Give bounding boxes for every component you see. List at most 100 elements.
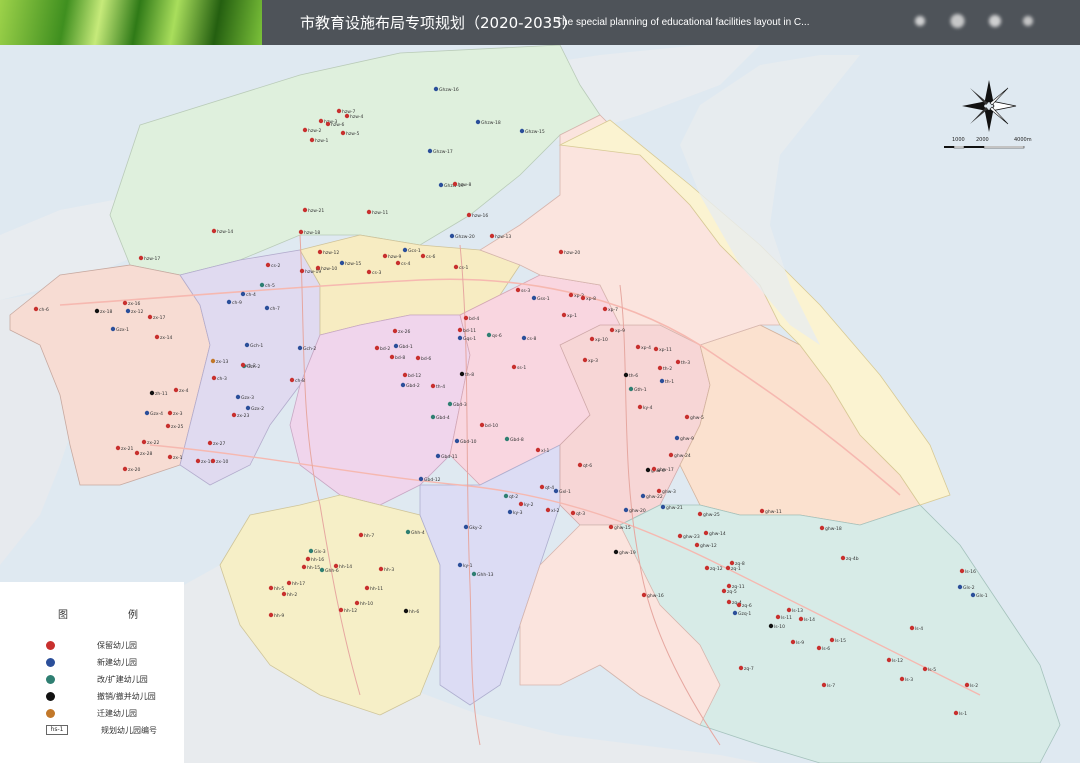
site-marker-Gzx-2[interactable] — [245, 405, 251, 411]
site-marker-xp-1[interactable] — [561, 312, 567, 318]
site-marker-xl-1[interactable] — [535, 447, 541, 453]
site-marker-zx-25[interactable] — [165, 423, 171, 429]
site-marker-th-1[interactable] — [659, 378, 665, 384]
site-marker-hh-17[interactable] — [286, 580, 292, 586]
site-marker-xp-7[interactable] — [602, 306, 608, 312]
site-marker-ls-15[interactable] — [829, 637, 835, 643]
site-marker-ls-14[interactable] — [798, 616, 804, 622]
site-marker-zx-22[interactable] — [141, 439, 147, 445]
site-marker-Gls-3[interactable] — [308, 548, 314, 554]
site-marker-xp-8[interactable] — [580, 295, 586, 301]
site-marker-ghw-21[interactable] — [660, 504, 666, 510]
site-marker-hh-5[interactable] — [268, 585, 274, 591]
site-marker-ghw-14[interactable] — [703, 530, 709, 536]
site-marker-Gky-2[interactable] — [463, 524, 469, 530]
site-marker-ky-1[interactable] — [457, 562, 463, 568]
site-marker-Gqs-1[interactable] — [457, 335, 463, 341]
site-marker-hzw-13[interactable] — [489, 233, 495, 239]
site-marker-hh-10[interactable] — [354, 600, 360, 606]
site-marker-hzw-21[interactable] — [302, 207, 308, 213]
site-marker-hzw-1[interactable] — [309, 137, 315, 143]
site-marker-ghw-25[interactable] — [697, 511, 703, 517]
site-marker-Gbd-8[interactable] — [504, 436, 510, 442]
site-marker-ghw-24[interactable] — [668, 452, 674, 458]
site-marker-qt-6[interactable] — [577, 462, 583, 468]
site-marker-hzw-6[interactable] — [325, 121, 331, 127]
site-marker-zq-11[interactable] — [726, 583, 732, 589]
site-marker-zx-16[interactable] — [122, 300, 128, 306]
site-marker-hzw-7[interactable] — [336, 108, 342, 114]
site-marker-Gbd-1[interactable] — [393, 343, 399, 349]
site-marker-ch-4[interactable] — [240, 291, 246, 297]
site-marker-ky-4[interactable] — [637, 404, 643, 410]
site-marker-zx-13[interactable] — [210, 358, 216, 364]
site-marker-Gzx-1[interactable] — [110, 326, 116, 332]
site-marker-th-4[interactable] — [430, 383, 436, 389]
site-marker-zx-3[interactable] — [167, 410, 173, 416]
site-marker-Gbd-4[interactable] — [430, 414, 436, 420]
site-marker-Gbd-12[interactable] — [418, 476, 424, 482]
site-marker-ls-13[interactable] — [786, 607, 792, 613]
site-marker-ls-9[interactable] — [790, 639, 796, 645]
site-marker-hzw-18[interactable] — [298, 229, 304, 235]
site-marker-hzw-4[interactable] — [344, 113, 350, 119]
site-marker-hh-14[interactable] — [333, 563, 339, 569]
site-marker-ghw-9[interactable] — [674, 435, 680, 441]
site-marker-hh-11[interactable] — [364, 585, 370, 591]
site-marker-Gch-2[interactable] — [297, 345, 303, 351]
site-marker-hh-16[interactable] — [305, 556, 311, 562]
site-marker-Ghzw-15[interactable] — [519, 128, 525, 134]
site-marker-qs-6[interactable] — [486, 332, 492, 338]
site-marker-Gzx-4[interactable] — [144, 410, 150, 416]
site-marker-ls-12[interactable] — [886, 657, 892, 663]
site-marker-hzw-3[interactable] — [318, 118, 324, 124]
site-marker-zq-4b[interactable] — [840, 555, 846, 561]
site-marker-hh-12[interactable] — [338, 607, 344, 613]
site-marker-th-8[interactable] — [459, 371, 465, 377]
site-marker-hh-6[interactable] — [403, 608, 409, 614]
site-marker-zx-18[interactable] — [94, 308, 100, 314]
site-marker-zq-7[interactable] — [738, 665, 744, 671]
site-marker-zq-8[interactable] — [729, 560, 735, 566]
site-marker-ch-3[interactable] — [211, 375, 217, 381]
site-marker-bd-12[interactable] — [402, 372, 408, 378]
site-marker-th-6[interactable] — [623, 372, 629, 378]
site-marker-Ghh-6[interactable] — [319, 567, 325, 573]
site-marker-ghw-22[interactable] — [640, 493, 646, 499]
site-marker-bd-6[interactable] — [415, 355, 421, 361]
site-marker-ch-7[interactable] — [264, 305, 270, 311]
site-marker-hh-9[interactable] — [268, 612, 274, 618]
site-marker-hzw-9[interactable] — [382, 253, 388, 259]
site-marker-zx-10[interactable] — [210, 458, 216, 464]
site-marker-zx-20[interactable] — [122, 466, 128, 472]
site-marker-hzw-20[interactable] — [558, 249, 564, 255]
site-marker-ghw-23[interactable] — [677, 533, 683, 539]
site-marker-Ghzw-20[interactable] — [449, 233, 455, 239]
site-marker-zx-1[interactable] — [167, 454, 173, 460]
site-marker-Gls-2[interactable] — [957, 584, 963, 590]
site-marker-ghw-15[interactable] — [608, 524, 614, 530]
site-marker-ghw-20[interactable] — [623, 507, 629, 513]
site-marker-Gls-1[interactable] — [970, 592, 976, 598]
site-marker-bd-2[interactable] — [374, 345, 380, 351]
site-marker-zx-27[interactable] — [207, 440, 213, 446]
site-marker-hh-3[interactable] — [378, 566, 384, 572]
site-marker-zh-11[interactable] — [149, 390, 155, 396]
site-marker-zq-5[interactable] — [721, 588, 727, 594]
site-marker-zq-1[interactable] — [725, 565, 731, 571]
site-marker-hzw-11[interactable] — [366, 209, 372, 215]
site-marker-bd-10[interactable] — [479, 422, 485, 428]
site-marker-Gss-1[interactable] — [531, 295, 537, 301]
site-marker-ss-1[interactable] — [511, 364, 517, 370]
site-marker-zx-12[interactable] — [125, 308, 131, 314]
site-marker-qt-4[interactable] — [539, 484, 545, 490]
site-marker-ch-8[interactable] — [289, 377, 295, 383]
site-marker-zq-6[interactable] — [736, 602, 742, 608]
site-marker-Gth-1[interactable] — [628, 386, 634, 392]
site-marker-ghw-12[interactable] — [694, 542, 700, 548]
site-marker-zx-23[interactable] — [231, 412, 237, 418]
site-marker-ch-5[interactable] — [259, 282, 265, 288]
site-marker-ls-6[interactable] — [816, 645, 822, 651]
site-marker-ghw-5[interactable] — [684, 414, 690, 420]
site-marker-cs-1[interactable] — [453, 264, 459, 270]
